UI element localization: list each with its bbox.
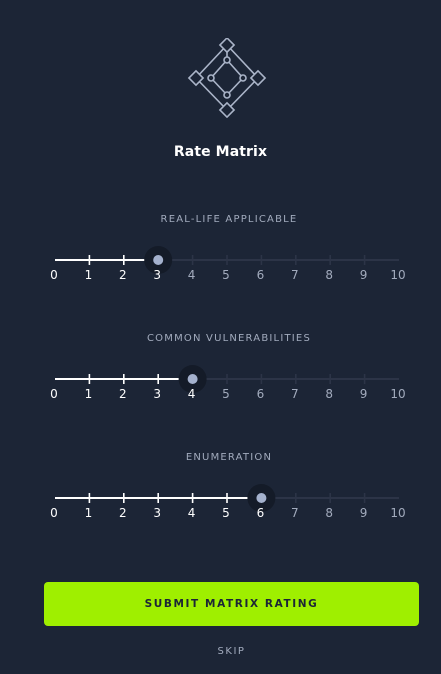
slider-tick-label: 10 bbox=[390, 506, 406, 520]
slider-tick-label: 5 bbox=[222, 506, 230, 520]
slider-track[interactable] bbox=[0, 246, 441, 276]
submit-matrix-rating-button[interactable]: SUBMIT MATRIX RATING bbox=[44, 582, 419, 626]
slider-tick-label: 9 bbox=[359, 268, 368, 282]
slider-tick-label: 1 bbox=[84, 268, 93, 282]
slider-thumb bbox=[256, 493, 267, 503]
slider-tick-label: 8 bbox=[325, 506, 334, 520]
slider-tick-label: 8 bbox=[325, 268, 334, 282]
rating-slider-common-vulnerabilities[interactable]: 0 1 2 3 4 5 6 7 8 9 10 bbox=[0, 365, 441, 435]
slider-label-common-vulnerabilities: COMMON VULNERABILITIES bbox=[146, 333, 311, 344]
slider-tick-label: 2 bbox=[118, 506, 127, 520]
slider-tick-label: 5 bbox=[222, 268, 230, 282]
slider-tick-label: 0 bbox=[50, 387, 58, 401]
slider-tick-label: 3 bbox=[153, 387, 162, 401]
rating-slider-real-life[interactable]: 0 1 2 3 4 5 6 7 8 9 10 bbox=[0, 246, 441, 316]
slider-tick-label: 1 bbox=[84, 506, 93, 520]
slider-track[interactable] bbox=[0, 365, 441, 395]
slider-tick-label: 4 bbox=[187, 268, 196, 282]
slider-tick-label: 2 bbox=[118, 268, 127, 282]
slider-track[interactable] bbox=[0, 484, 441, 514]
slider-tick-label: 6 bbox=[256, 506, 265, 520]
slider-tick-label: 7 bbox=[290, 506, 299, 520]
slider-tick-label: 2 bbox=[118, 387, 127, 401]
slider-label-enumeration: ENUMERATION bbox=[185, 452, 273, 463]
slider-tick-label: 9 bbox=[359, 387, 368, 401]
slider-tick-label: 8 bbox=[325, 387, 334, 401]
slider-tick-label: 3 bbox=[153, 506, 162, 520]
slider-tick-label: 3 bbox=[153, 268, 162, 282]
slider-tick-label: 7 bbox=[290, 387, 299, 401]
slider-tick-label: 1 bbox=[84, 387, 93, 401]
slider-tick-label: 6 bbox=[256, 387, 265, 401]
slider-tick-label: 0 bbox=[50, 506, 58, 520]
slider-tick-label: 7 bbox=[290, 268, 299, 282]
rating-slider-enumeration[interactable]: 0 1 2 3 4 5 6 7 8 9 10 bbox=[0, 484, 441, 554]
slider-label-real-life: REAL-LIFE APPLICABLE bbox=[160, 214, 298, 225]
slider-tick-label: 5 bbox=[222, 387, 230, 401]
slider-tick-label: 10 bbox=[390, 387, 406, 401]
slider-tick-label: 4 bbox=[187, 387, 196, 401]
slider-tick-label: 9 bbox=[359, 506, 368, 520]
slider-thumb bbox=[153, 255, 164, 265]
slider-tick-label: 0 bbox=[50, 268, 58, 282]
page-title: Rate Matrix bbox=[173, 144, 268, 160]
skip-link[interactable]: SKIP bbox=[0, 646, 441, 657]
logo-icon bbox=[186, 36, 268, 119]
slider-tick-label: 10 bbox=[390, 268, 406, 282]
slider-thumb bbox=[187, 374, 198, 384]
slider-tick-label: 4 bbox=[187, 506, 196, 520]
slider-tick-label: 6 bbox=[256, 268, 265, 282]
